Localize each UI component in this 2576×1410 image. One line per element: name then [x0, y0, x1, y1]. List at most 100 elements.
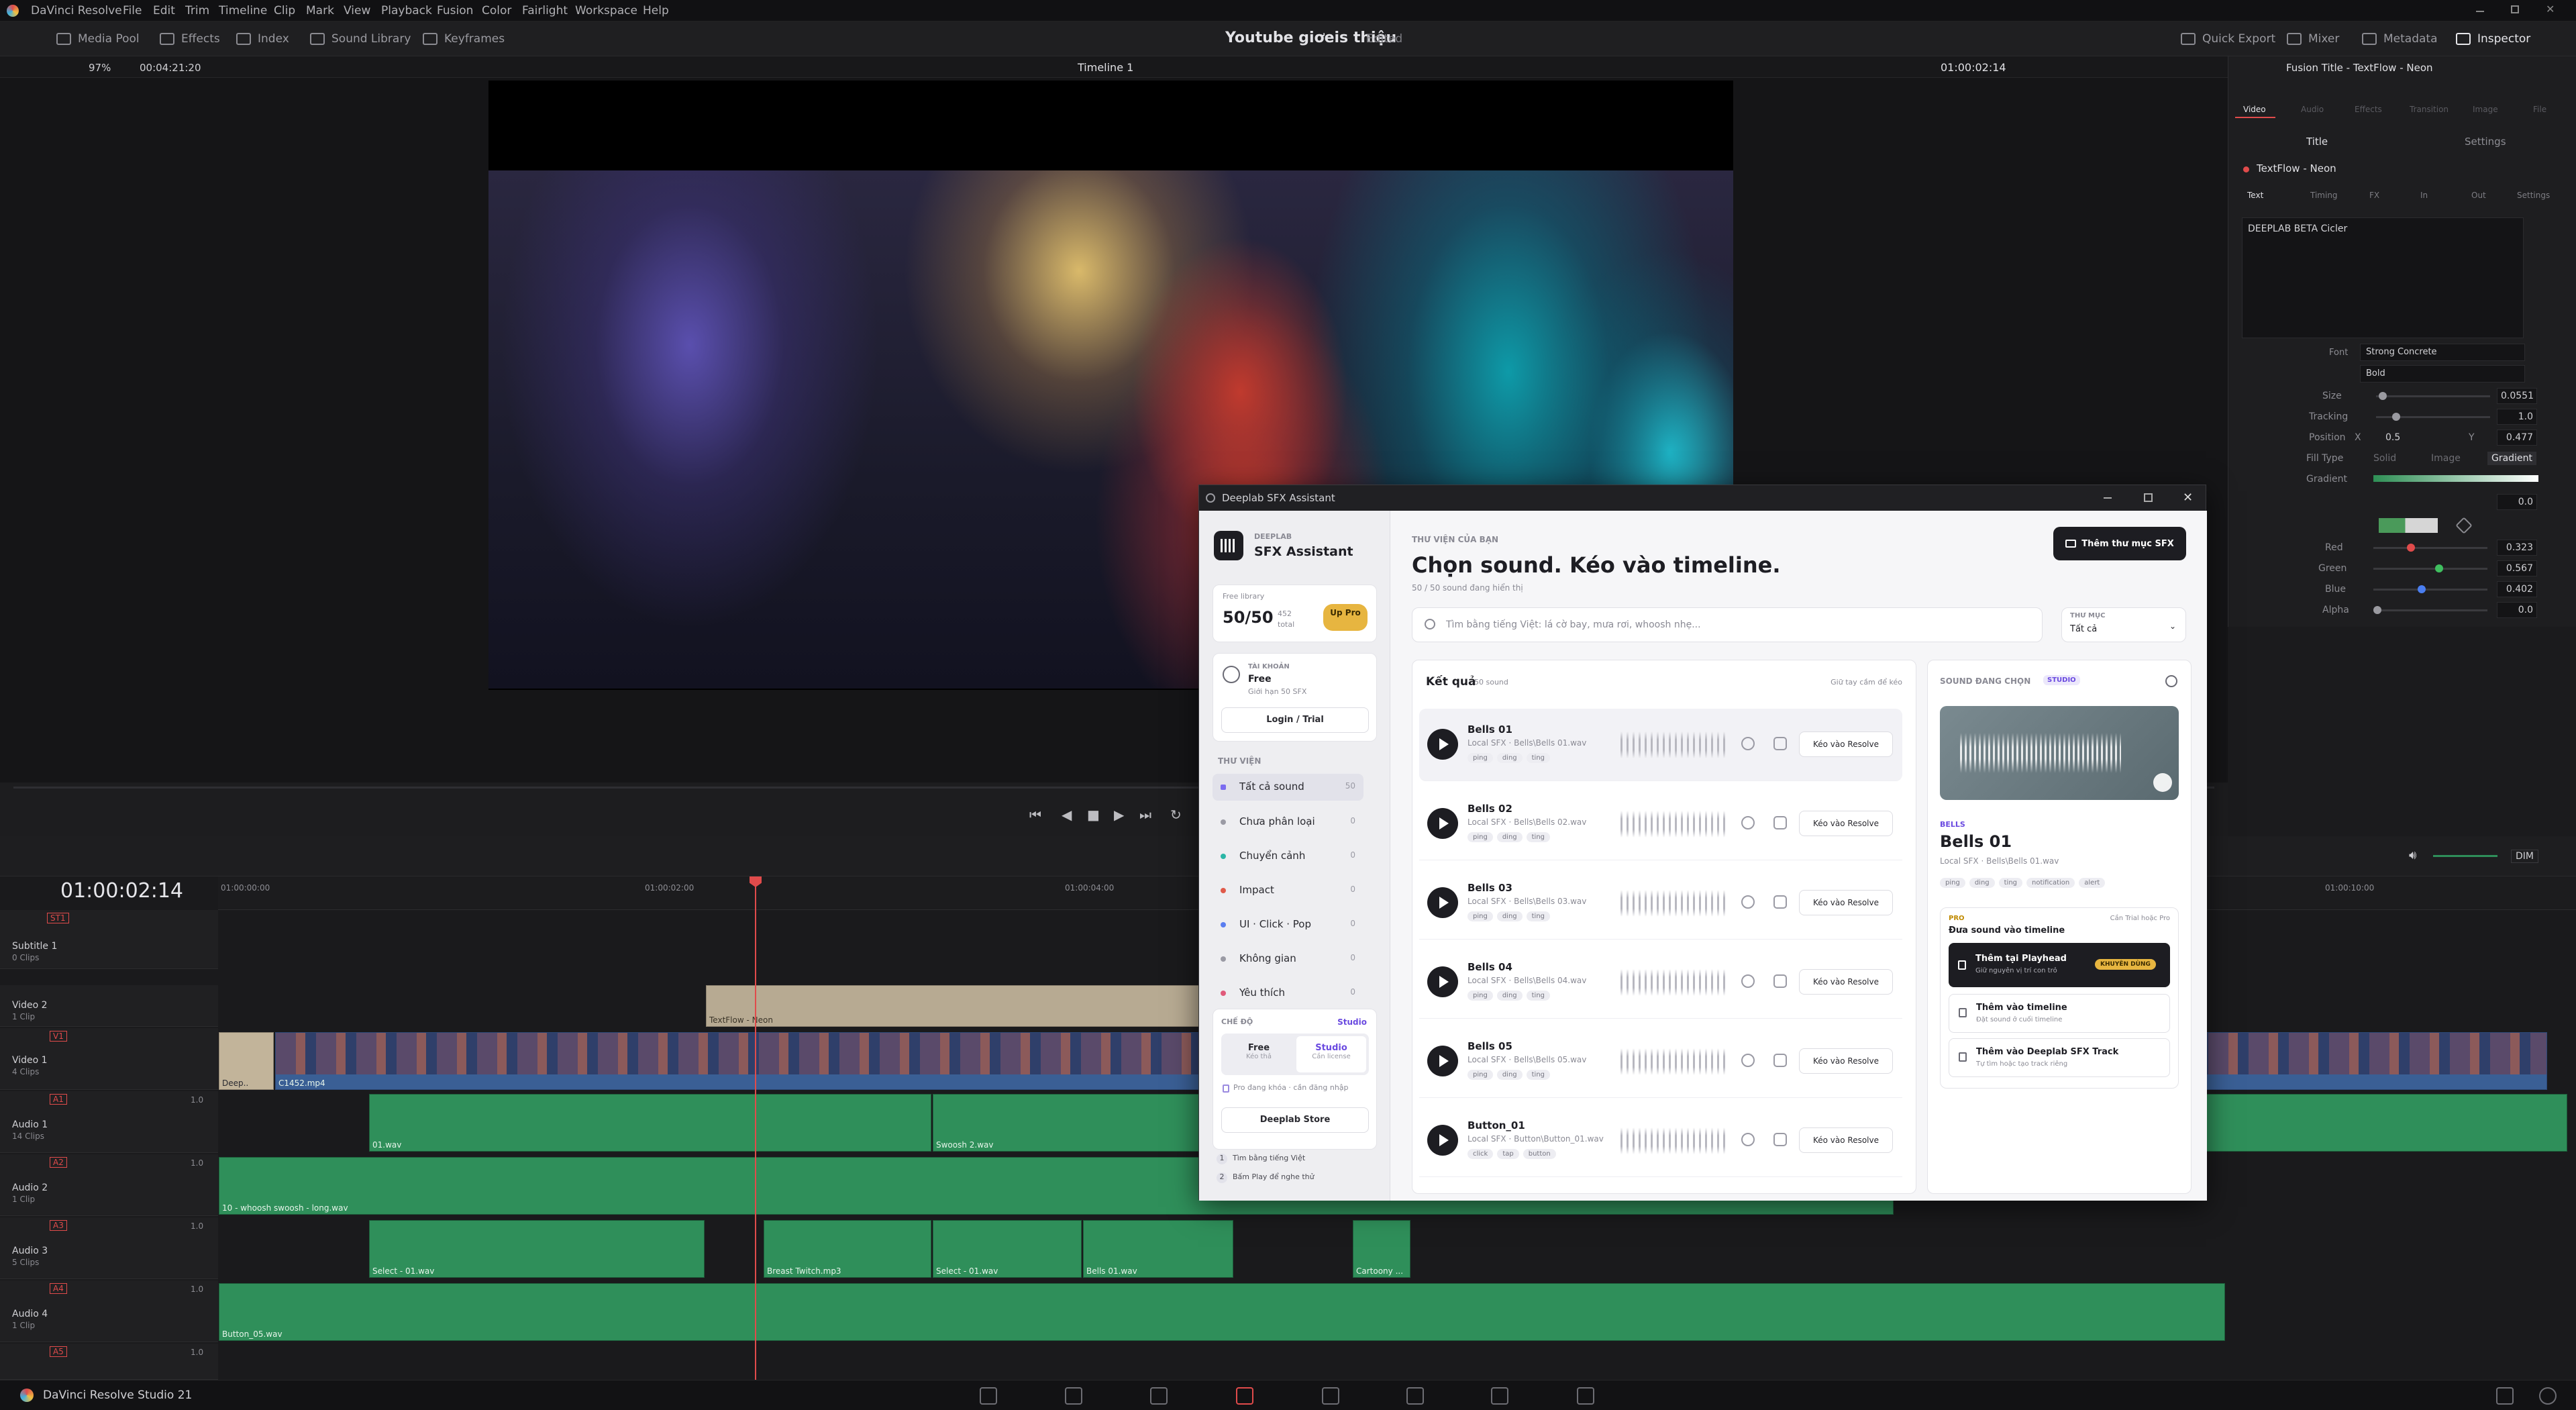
menu-fusion[interactable]: Fusion	[437, 4, 473, 17]
position-x-value[interactable]: 0.5	[2385, 432, 2400, 443]
font-dropdown[interactable]: Strong Concrete	[2360, 344, 2525, 361]
track-header-video1[interactable]: V1 Video 1 4 Clips	[0, 1028, 218, 1090]
audio-clip-a1-1[interactable]: 01.wav	[369, 1094, 931, 1152]
track-header-audio5[interactable]: A5 1.0	[0, 1344, 218, 1380]
rewind-to-start-button[interactable]: ⏮	[1029, 807, 1041, 823]
text-editor[interactable]: DEEPLAB BETA Cicler	[2242, 217, 2524, 338]
menu-color[interactable]: Color	[482, 4, 511, 17]
loop-button[interactable]: ↻	[1170, 807, 1182, 823]
gradient-color-swatch[interactable]	[2379, 518, 2438, 533]
filltype-solid[interactable]: Solid	[2373, 453, 2396, 464]
green-value[interactable]: 0.567	[2497, 560, 2537, 576]
size-value[interactable]: 0.0551	[2497, 388, 2537, 404]
tab-image[interactable]: Image	[2473, 105, 2498, 114]
mixer-button[interactable]: Mixer	[2287, 30, 2339, 48]
quick-export-button[interactable]: Quick Export	[2181, 30, 2275, 48]
dim-button[interactable]: DIM	[2511, 850, 2538, 863]
add-at-playhead-button[interactable]: Thêm tại Playhead Giữ nguyên vị trí con …	[1949, 943, 2170, 987]
node-tab-settings[interactable]: Settings	[2517, 191, 2550, 200]
video-clip-deep[interactable]: Deep..	[219, 1032, 274, 1090]
tab-effects[interactable]: Effects	[2355, 105, 2382, 114]
metadata-button[interactable]: Metadata	[2362, 30, 2438, 48]
media-pool-button[interactable]: Media Pool	[56, 30, 140, 48]
add-to-sfx-track-button[interactable]: Thêm vào Deeplab SFX Track Tự tìm hoặc t…	[1949, 1038, 2170, 1077]
node-tab-fx[interactable]: FX	[2369, 191, 2379, 200]
search-box[interactable]: Tìm bằng tiếng Việt: lá cờ bay, mưa rơi,…	[1412, 607, 2043, 642]
trash-icon[interactable]	[1773, 974, 1787, 988]
sound-item-bells-04[interactable]: Bells 04 Local SFX · Bells\Bells 04.wav …	[1419, 946, 1902, 1019]
volume-slider[interactable]	[2433, 855, 2497, 857]
sound-item-bells-01[interactable]: Bells 01 Local SFX · Bells\Bells 01.wav …	[1419, 709, 1902, 781]
green-slider[interactable]	[2373, 564, 2487, 572]
menu-clip[interactable]: Clip	[274, 4, 295, 17]
style-dropdown[interactable]: Bold	[2360, 365, 2525, 383]
inspector-button[interactable]: Inspector	[2456, 30, 2530, 48]
page-cut-icon[interactable]	[1065, 1387, 1082, 1405]
tab-audio[interactable]: Audio	[2301, 105, 2324, 114]
play-icon[interactable]	[1427, 1046, 1458, 1076]
maximize-icon[interactable]	[2511, 5, 2519, 13]
sound-item-bells-03[interactable]: Bells 03 Local SFX · Bells\Bells 03.wav …	[1419, 867, 1902, 940]
menu-help[interactable]: Help	[643, 4, 669, 17]
sound-item-bells-05[interactable]: Bells 05 Local SFX · Bells\Bells 05.wav …	[1419, 1025, 1902, 1098]
node-tab-out[interactable]: Out	[2471, 191, 2486, 200]
menu-playback[interactable]: Playback	[381, 4, 432, 17]
tab-video[interactable]: Video	[2243, 105, 2266, 114]
blue-slider[interactable]	[2373, 585, 2487, 593]
audio-clip-a3-2[interactable]: Breast Twitch.mp3	[764, 1220, 931, 1278]
zoom-dropdown[interactable]: 97%	[89, 62, 111, 74]
mode-free-button[interactable]: Free Kéo thả	[1224, 1036, 1294, 1072]
index-button[interactable]: Index	[236, 30, 289, 48]
audio-clip-a3-1[interactable]: Select - 01.wav	[369, 1220, 705, 1278]
add-to-timeline-button[interactable]: Thêm vào timeline Đặt sound ở cuối timel…	[1949, 994, 2170, 1033]
trash-icon[interactable]	[1773, 737, 1787, 750]
drag-to-resolve-button[interactable]: Kéo vào Resolve	[1799, 811, 1893, 836]
menu-app[interactable]: DaVinci Resolve	[31, 4, 122, 17]
menu-file[interactable]: File	[123, 4, 142, 17]
track-header-subtitle1[interactable]: ST1 Subtitle 1 0 Clips	[0, 910, 218, 969]
volume-icon[interactable]: 🔊︎	[2409, 848, 2416, 862]
deeplab-close-icon[interactable]: ✕	[2183, 491, 2193, 505]
tracking-slider[interactable]	[2376, 413, 2490, 421]
sound-item-button-01[interactable]: Button_01 Local SFX · Button\Button_01.w…	[1419, 1105, 1902, 1177]
sound-library-button[interactable]: Sound Library	[310, 30, 411, 48]
reverse-button[interactable]: ◀	[1062, 807, 1072, 823]
node-tab-timing[interactable]: Timing	[2310, 191, 2338, 200]
play-icon[interactable]	[1427, 808, 1458, 839]
timeline-selector[interactable]: Timeline 1	[1078, 61, 1133, 74]
filltype-image[interactable]: Image	[2431, 453, 2461, 464]
audio-clip-a3-4[interactable]: Bells 01.wav	[1083, 1220, 1233, 1278]
playhead[interactable]	[755, 876, 756, 1380]
play-icon[interactable]	[1427, 1125, 1458, 1156]
audio-clip-a4-1[interactable]: Button_05.wav	[219, 1283, 2225, 1341]
page-fairlight-timeline-icon[interactable]	[1236, 1387, 1253, 1405]
deeplab-titlebar[interactable]: Deeplab SFX Assistant ✕	[1199, 485, 2206, 511]
up-pro-button[interactable]: Up Pro	[1323, 604, 1368, 631]
forward-to-end-button[interactable]: ⏭	[1139, 807, 1151, 823]
audio-clip-a3-5[interactable]: Cartoony ...	[1353, 1220, 1410, 1278]
drag-to-resolve-button[interactable]: Kéo vào Resolve	[1799, 890, 1893, 915]
track-header-audio2[interactable]: A2 1.0 Audio 2 1 Clip	[0, 1154, 218, 1216]
deeplab-store-button[interactable]: Deeplab Store	[1221, 1107, 1369, 1133]
heart-icon[interactable]	[1741, 1054, 1755, 1067]
login-trial-button[interactable]: Login / Trial	[1221, 707, 1369, 733]
gradient-value[interactable]: 0.0	[2497, 494, 2537, 510]
track-header-audio3[interactable]: A3 1.0 Audio 3 5 Clips	[0, 1217, 218, 1279]
deeplab-maximize-icon[interactable]	[2144, 493, 2153, 502]
menu-timeline[interactable]: Timeline	[219, 4, 267, 17]
preview-play-icon[interactable]	[2153, 773, 2172, 792]
play-icon[interactable]	[1427, 887, 1458, 918]
heart-icon[interactable]	[1741, 737, 1755, 750]
settings-icon[interactable]	[2539, 1387, 2557, 1405]
page-color-icon[interactable]	[1406, 1387, 1424, 1405]
trash-icon[interactable]	[1773, 816, 1787, 829]
tab-transition[interactable]: Transition	[2410, 105, 2449, 114]
category-impact[interactable]: Impact 0	[1213, 877, 1363, 904]
category-ui[interactable]: UI · Click · Pop 0	[1213, 911, 1363, 938]
subtab-title[interactable]: Title	[2306, 136, 2328, 148]
trash-icon[interactable]	[1773, 1133, 1787, 1146]
track-header-video2[interactable]: Video 2 1 Clip	[0, 985, 218, 1027]
favorite-heart-icon[interactable]	[2165, 675, 2177, 687]
drag-to-resolve-button[interactable]: Kéo vào Resolve	[1799, 969, 1893, 995]
play-icon[interactable]	[1427, 966, 1458, 997]
